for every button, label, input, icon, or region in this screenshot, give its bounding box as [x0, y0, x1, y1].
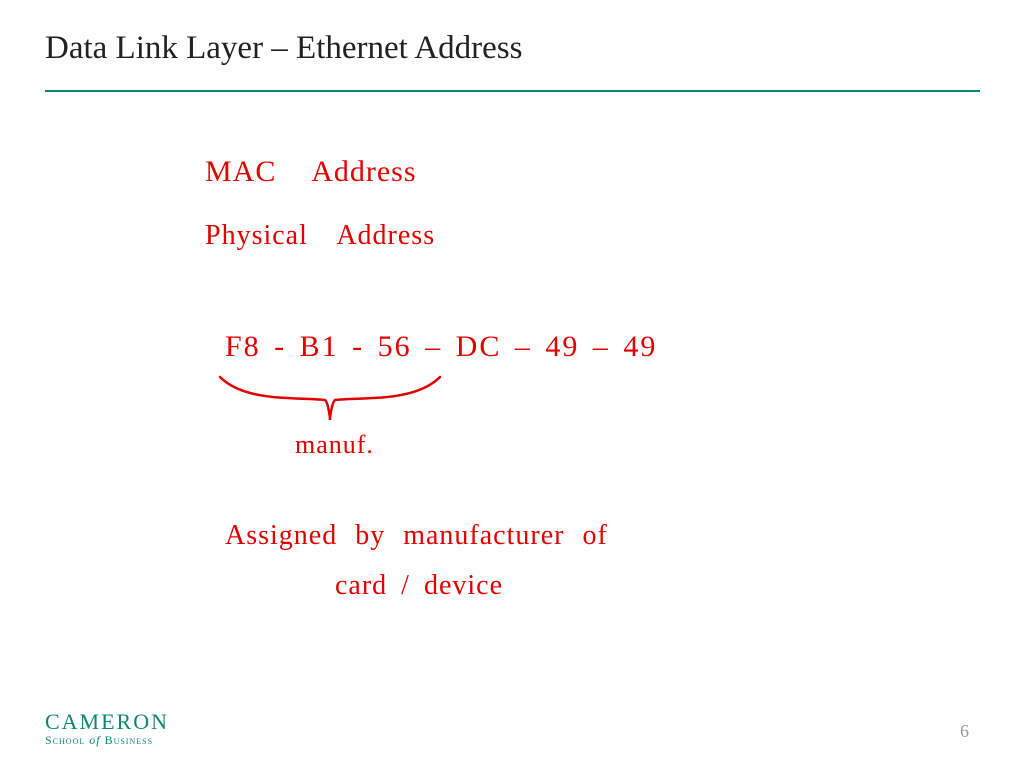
- slide: Data Link Layer – Ethernet Address MAC A…: [0, 0, 1024, 768]
- annotation-mac-address: MAC Address: [205, 155, 417, 189]
- annotation-note-line2: card / device: [335, 570, 503, 602]
- annotation-manuf-label: manuf.: [295, 430, 374, 460]
- brand-name: CAMERON: [45, 709, 169, 735]
- annotation-mac-value: F8 - B1 - 56 – DC – 49 – 49: [225, 330, 657, 364]
- brand-subtitle: School of Business: [45, 733, 169, 748]
- annotation-physical-address: Physical Address: [205, 220, 435, 252]
- page-number: 6: [960, 721, 969, 742]
- curly-brace-icon: [215, 372, 445, 427]
- page-title: Data Link Layer – Ethernet Address: [45, 30, 522, 67]
- title-underline: [45, 90, 980, 92]
- annotation-note-line1: Assigned by manufacturer of: [225, 520, 608, 552]
- footer-brand: CAMERON School of Business: [45, 709, 169, 748]
